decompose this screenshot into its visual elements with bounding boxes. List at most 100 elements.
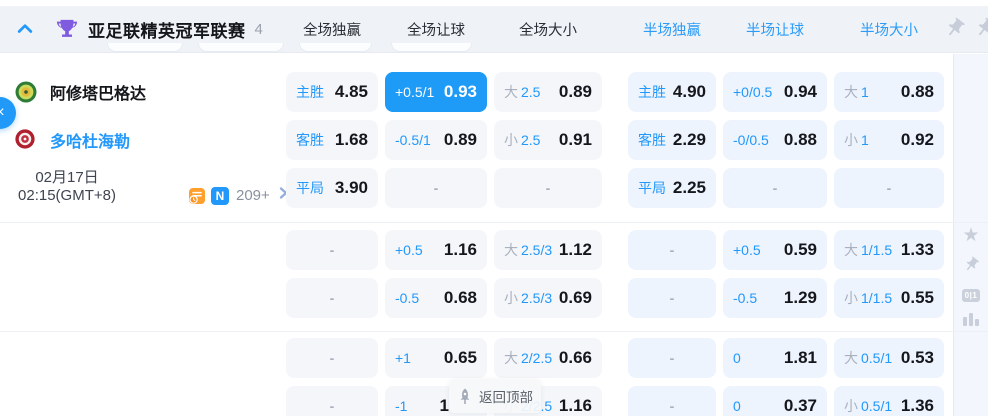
- odds-cell[interactable]: +0.5/1 0.93: [385, 72, 487, 112]
- odds-cell[interactable]: +0.5 0.59: [723, 230, 827, 270]
- odds-cell[interactable]: 大 2.5/3 1.12: [494, 230, 602, 270]
- odds-label: 2/2.5: [521, 350, 553, 366]
- home-team-name[interactable]: 阿修塔巴格达: [50, 80, 146, 104]
- odds-value: 1.68: [334, 130, 368, 149]
- odds-row: 平局 3.90- - 平局 2.25- -: [286, 168, 946, 208]
- odds-cell[interactable]: -0.5 0.68: [385, 278, 487, 318]
- odds-label: +0.5: [395, 242, 423, 258]
- odds-row: 主胜 4.85 +0.5/1 0.93 大 2.5 0.89 主胜 4.90 +0/0.5 0.94…: [286, 72, 946, 112]
- odds-cell[interactable]: +0/0.5 0.94: [723, 72, 827, 112]
- match-date: 02月17日: [35, 169, 99, 186]
- odds-cell-empty: -: [286, 230, 378, 270]
- league-header: 亚足联精英冠军联赛 4 全场独赢 全场让球 全场大小 半场独赢 半场让球 半场大小: [0, 6, 988, 53]
- odds-label: 2.5: [521, 84, 541, 100]
- rocket-icon: [457, 388, 473, 405]
- odds-value: 0.93: [443, 82, 477, 101]
- pin-icon[interactable]: [963, 256, 980, 278]
- odds-cell[interactable]: +0.5 1.16: [385, 230, 487, 270]
- odds-grid: 主胜 4.85 +0.5/1 0.93 大 2.5 0.89 主胜 4.90 +0/0.5 0.94…: [286, 72, 946, 416]
- odds-cell[interactable]: 小 2.5/3 0.69: [494, 278, 602, 318]
- odds-cell[interactable]: 大 0.5/1 0.53: [834, 338, 944, 378]
- collapse-chevron-icon[interactable]: [14, 18, 36, 40]
- away-team-row: 多哈杜海勒: [14, 120, 130, 160]
- binary-odds-toggle[interactable]: 0|1: [961, 289, 981, 302]
- market-header-5: 半场让球: [746, 22, 804, 39]
- away-team-name[interactable]: 多哈杜海勒: [50, 128, 130, 152]
- match-datetime: 02月17日 02:15(GMT+8): [2, 169, 132, 205]
- handicap-type: 小: [504, 132, 518, 148]
- handicap-type: 大: [844, 242, 858, 258]
- league-title[interactable]: 亚足联精英冠军联赛: [88, 17, 246, 42]
- odds-value: 0.37: [783, 396, 817, 415]
- scrolled-chip-remnant: [299, 43, 372, 52]
- header-pins: [944, 17, 988, 44]
- scrolled-chip-remnant: [107, 43, 183, 52]
- odds-value: 4.85: [334, 82, 368, 101]
- odds-label: -1: [395, 398, 408, 414]
- odds-cell[interactable]: 小 1 0.92: [834, 120, 944, 160]
- odds-cell[interactable]: 0 0.37: [723, 386, 827, 416]
- stats-bar-chart-icon[interactable]: [963, 313, 979, 326]
- odds-cell-empty: -: [628, 230, 716, 270]
- odds-value: 0.69: [558, 288, 592, 307]
- odds-cell[interactable]: 客胜 1.68: [286, 120, 378, 160]
- market-header-2: 全场让球: [407, 22, 465, 39]
- odds-cell-empty: -: [834, 168, 944, 208]
- odds-label: 1: [861, 132, 869, 148]
- odds-label: 平局: [638, 180, 666, 196]
- odds-cell[interactable]: 大 1 0.88: [834, 72, 944, 112]
- odds-cell[interactable]: 大 2.5 0.89: [494, 72, 602, 112]
- odds-cell[interactable]: -0/0.5 0.88: [723, 120, 827, 160]
- odds-value: 0.65: [443, 348, 477, 367]
- more-markets-link[interactable]: N 209+: [188, 185, 291, 206]
- odds-cell[interactable]: 大 1/1.5 1.33: [834, 230, 944, 270]
- odds-label: 2.5: [521, 132, 541, 148]
- odds-cell[interactable]: 平局 3.90: [286, 168, 378, 208]
- odds-label: 0: [733, 350, 741, 366]
- odds-value: 0.66: [558, 348, 592, 367]
- odds-cell[interactable]: 小 0.5/1 1.36: [834, 386, 944, 416]
- odds-cell-empty: -: [286, 338, 378, 378]
- odds-label: 1/1.5: [861, 290, 893, 306]
- odds-label: 2.5/3: [521, 242, 553, 258]
- rail-icon-group: ★ 0|1: [954, 54, 988, 326]
- odds-value: 0.91: [558, 130, 592, 149]
- handicap-type: 小: [504, 290, 518, 306]
- odds-cell[interactable]: 大 2/2.5 0.66: [494, 338, 602, 378]
- odds-cell[interactable]: 平局 2.25: [628, 168, 716, 208]
- odds-cell[interactable]: 0 1.81: [723, 338, 827, 378]
- odds-cell-empty: -: [628, 386, 716, 416]
- handicap-type: 大: [504, 84, 518, 100]
- odds-cell[interactable]: 主胜 4.85: [286, 72, 378, 112]
- pin-icon[interactable]: [944, 17, 966, 44]
- odds-cell[interactable]: 小 2.5 0.91: [494, 120, 602, 160]
- odds-cell[interactable]: 主胜 4.90: [628, 72, 716, 112]
- odds-label: 客胜: [296, 132, 324, 148]
- pin-icon[interactable]: [974, 17, 988, 44]
- odds-label: 1: [861, 84, 869, 100]
- odds-cell-empty: -: [494, 168, 602, 208]
- odds-cell[interactable]: 客胜 2.29: [628, 120, 716, 160]
- odds-value: 0.92: [900, 130, 934, 149]
- odds-row: - -0.5 0.68 小 2.5/3 0.69- -0.5 1.29 小 1/1.5 0.55: [286, 278, 946, 318]
- favorite-star-icon[interactable]: ★: [962, 226, 979, 245]
- odds-label: 平局: [296, 180, 324, 196]
- odds-value: 1.16: [558, 396, 592, 415]
- odds-value: 0.55: [900, 288, 934, 307]
- odds-cell[interactable]: 小 1/1.5 0.55: [834, 278, 944, 318]
- odds-value: 1.12: [558, 240, 592, 259]
- odds-cell[interactable]: -0.5 1.29: [723, 278, 827, 318]
- back-to-top-button[interactable]: 返回顶部: [449, 379, 541, 413]
- handicap-type: 大: [844, 350, 858, 366]
- odds-cell[interactable]: +1 0.65: [385, 338, 487, 378]
- handicap-type: 大: [504, 350, 518, 366]
- odds-cell-empty: -: [628, 278, 716, 318]
- odds-label: 客胜: [638, 132, 666, 148]
- scrolled-chip-remnant: [391, 43, 472, 52]
- handicap-type: 小: [844, 132, 858, 148]
- odds-cell[interactable]: -0.5/1 0.89: [385, 120, 487, 160]
- group-gap: [286, 216, 946, 230]
